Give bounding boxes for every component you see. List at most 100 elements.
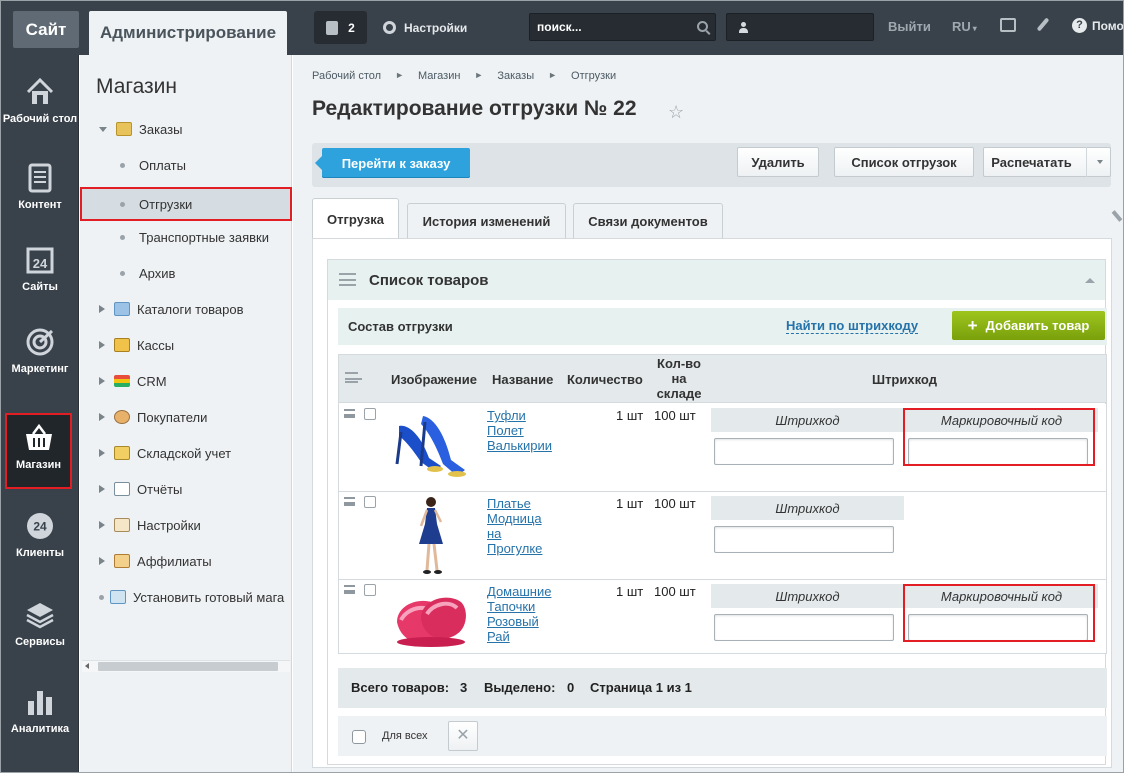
barcode-input[interactable] bbox=[714, 438, 894, 465]
chevron-right-icon[interactable] bbox=[99, 449, 105, 457]
settings-button[interactable]: Настройки bbox=[383, 11, 467, 44]
menu-item-payments[interactable]: Оплаты bbox=[80, 148, 292, 182]
chevron-right-icon[interactable] bbox=[99, 305, 105, 313]
nav-services[interactable]: Сервисы bbox=[1, 586, 79, 664]
notifications-button[interactable]: 2 bbox=[314, 11, 367, 44]
settings-label: Настройки bbox=[404, 20, 468, 35]
chevron-right-icon[interactable] bbox=[99, 341, 105, 349]
barcode-input[interactable] bbox=[714, 614, 894, 641]
table-header: Изображение Название Количество Кол-во н… bbox=[339, 355, 1106, 403]
section-title: Список товаров bbox=[369, 272, 489, 289]
for-all-label: Для всех bbox=[382, 730, 428, 742]
search-icon[interactable] bbox=[697, 21, 708, 32]
nav-clients[interactable]: 24 Клиенты bbox=[1, 497, 79, 575]
row-checkbox[interactable] bbox=[364, 584, 376, 596]
menu-item-crm[interactable]: CRM bbox=[80, 364, 292, 398]
product-name-link[interactable]: Туфли Полет Валькирии bbox=[487, 408, 559, 453]
document-icon bbox=[25, 163, 55, 193]
menu-item-orders[interactable]: Заказы bbox=[80, 112, 292, 146]
tab-shipment[interactable]: Отгрузка bbox=[312, 198, 399, 239]
delete-selected-button[interactable]: ✕ bbox=[448, 721, 478, 751]
breadcrumb-item[interactable]: Магазин bbox=[418, 70, 460, 82]
nav-label: Клиенты bbox=[15, 547, 64, 559]
help-link[interactable]: Помо bbox=[1092, 19, 1123, 33]
product-name-link[interactable]: Домашние Тапочки Розовый Рай bbox=[487, 584, 559, 644]
admin-tab[interactable]: Администрирование bbox=[89, 11, 287, 55]
menu-item-shipments[interactable]: Отгрузки bbox=[80, 187, 292, 221]
for-all-checkbox[interactable] bbox=[352, 730, 366, 744]
cash-register-icon bbox=[114, 338, 130, 352]
scroll-left-icon[interactable] bbox=[85, 663, 89, 669]
favorite-star-icon[interactable]: ☆ bbox=[668, 102, 684, 123]
menu-item-customers[interactable]: Покупатели bbox=[80, 400, 292, 434]
menu-item-affiliates[interactable]: Аффилиаты bbox=[80, 544, 292, 578]
breadcrumb-item[interactable]: Рабочий стол bbox=[312, 70, 381, 82]
nav-analytics[interactable]: Аналитика bbox=[1, 673, 79, 751]
menu-item-label: Каталоги товаров bbox=[137, 301, 244, 317]
menu-icon[interactable] bbox=[339, 273, 356, 286]
table-row: Домашние Тапочки Розовый Рай 1 шт 100 шт… bbox=[339, 580, 1106, 653]
chevron-right-icon[interactable] bbox=[99, 413, 105, 421]
shipments-list-button[interactable]: Список отгрузок bbox=[834, 147, 974, 177]
nav-sites[interactable]: 24 Сайты bbox=[1, 231, 79, 309]
nav-desktop[interactable]: Рабочий стол bbox=[1, 63, 79, 141]
language-selector[interactable]: RU ▾ bbox=[952, 19, 977, 34]
pin-icon[interactable] bbox=[1036, 17, 1050, 32]
breadcrumb-item[interactable]: Отгрузки bbox=[571, 70, 616, 82]
print-button[interactable]: Распечатать bbox=[983, 147, 1111, 177]
chevron-right-icon[interactable] bbox=[99, 485, 105, 493]
add-product-button[interactable]: + Добавить товар bbox=[952, 311, 1105, 340]
find-by-barcode-link[interactable]: Найти по штрихкоду bbox=[786, 319, 919, 334]
menu-item-reports[interactable]: Отчёты bbox=[80, 472, 292, 506]
scrollbar-thumb[interactable] bbox=[98, 662, 278, 671]
help-icon[interactable]: ? bbox=[1072, 18, 1087, 33]
user-field[interactable] bbox=[726, 13, 874, 41]
nav-label: Магазин bbox=[15, 459, 62, 471]
menu-item-transport[interactable]: Транспортные заявки bbox=[80, 220, 292, 254]
row-checkbox[interactable] bbox=[364, 408, 376, 420]
chevron-right-icon[interactable] bbox=[99, 377, 105, 385]
button-divider bbox=[1085, 147, 1087, 177]
layers-icon bbox=[25, 600, 55, 630]
collapse-icon[interactable] bbox=[1085, 278, 1095, 283]
logout-link[interactable]: Выйти bbox=[888, 19, 931, 34]
menu-item-settings[interactable]: Настройки bbox=[80, 508, 292, 542]
nav-marketing[interactable]: Маркетинг bbox=[1, 313, 79, 391]
chevron-down-icon[interactable] bbox=[99, 126, 107, 132]
nav-shop[interactable]: Магазин bbox=[5, 413, 72, 489]
product-name-link[interactable]: Платье Модница на Прогулке bbox=[487, 496, 559, 556]
notification-count: 2 bbox=[348, 20, 355, 35]
chevron-down-icon[interactable] bbox=[1096, 160, 1103, 164]
chevron-right-icon[interactable] bbox=[99, 521, 105, 529]
search-input[interactable] bbox=[530, 14, 690, 40]
columns-menu-icon[interactable] bbox=[345, 372, 362, 383]
go-to-order-button[interactable]: Перейти к заказу bbox=[315, 148, 470, 178]
row-menu-icon[interactable] bbox=[344, 585, 355, 594]
menu-item-label: Настройки bbox=[137, 517, 201, 533]
nav-content[interactable]: Контент bbox=[1, 149, 79, 227]
breadcrumb-item[interactable]: Заказы bbox=[497, 70, 534, 82]
menu-item-warehouse[interactable]: Складской учет bbox=[80, 436, 292, 470]
tab-history[interactable]: История изменений bbox=[407, 203, 566, 238]
language-label: RU bbox=[952, 19, 971, 34]
row-checkbox[interactable] bbox=[364, 496, 376, 508]
menu-scrollbar[interactable] bbox=[82, 660, 290, 672]
column-header-image: Изображение bbox=[391, 372, 477, 387]
keyboard-icon[interactable] bbox=[1000, 18, 1016, 32]
tab-document-links[interactable]: Связи документов bbox=[573, 203, 723, 238]
site-tab[interactable]: Сайт bbox=[13, 11, 79, 48]
chevron-right-icon[interactable] bbox=[99, 557, 105, 565]
row-menu-icon[interactable] bbox=[344, 409, 355, 418]
bullet-icon bbox=[120, 270, 125, 276]
menu-item-install-shop[interactable]: Установить готовый мага bbox=[80, 580, 292, 614]
delete-button[interactable]: Удалить bbox=[737, 147, 819, 177]
pin-icon[interactable] bbox=[1111, 210, 1123, 222]
menu-item-catalogs[interactable]: Каталоги товаров bbox=[80, 292, 292, 326]
row-menu-icon[interactable] bbox=[344, 497, 355, 506]
menu-item-archive[interactable]: Архив bbox=[80, 256, 292, 290]
breadcrumb-separator-icon: ► bbox=[474, 70, 484, 80]
barcode-input[interactable] bbox=[714, 526, 894, 553]
clients-24-icon: 24 bbox=[25, 511, 55, 541]
menu-item-cash[interactable]: Кассы bbox=[80, 328, 292, 362]
page-title: Редактирование отгрузки № 22 bbox=[312, 97, 637, 120]
